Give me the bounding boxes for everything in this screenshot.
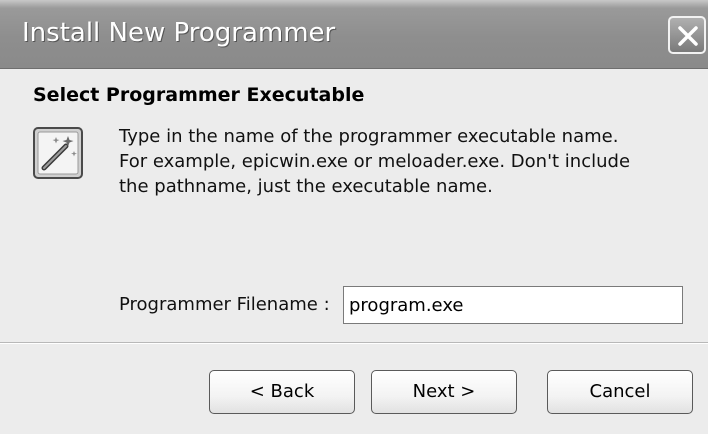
description-line: Type in the name of the programmer execu… [119,126,619,147]
back-button[interactable]: < Back [209,370,355,414]
page-heading: Select Programmer Executable [33,84,365,106]
page-description: Type in the name of the programmer execu… [119,124,689,199]
cancel-button[interactable]: Cancel [547,370,693,414]
filename-input[interactable] [343,286,683,324]
description-line: For example, epicwin.exe or meloader.exe… [119,151,631,172]
close-button[interactable] [668,16,706,54]
description-line: the pathname, just the executable name. [119,176,493,197]
install-programmer-dialog: Install New Programmer Select Programmer… [0,0,708,434]
filename-label: Programmer Filename : [119,294,330,315]
next-button[interactable]: Next > [371,370,517,414]
button-separator [0,342,708,344]
title-bar[interactable]: Install New Programmer [0,0,708,69]
window-title: Install New Programmer [22,18,336,48]
wizard-wand-icon [33,127,83,179]
close-icon [678,26,698,46]
